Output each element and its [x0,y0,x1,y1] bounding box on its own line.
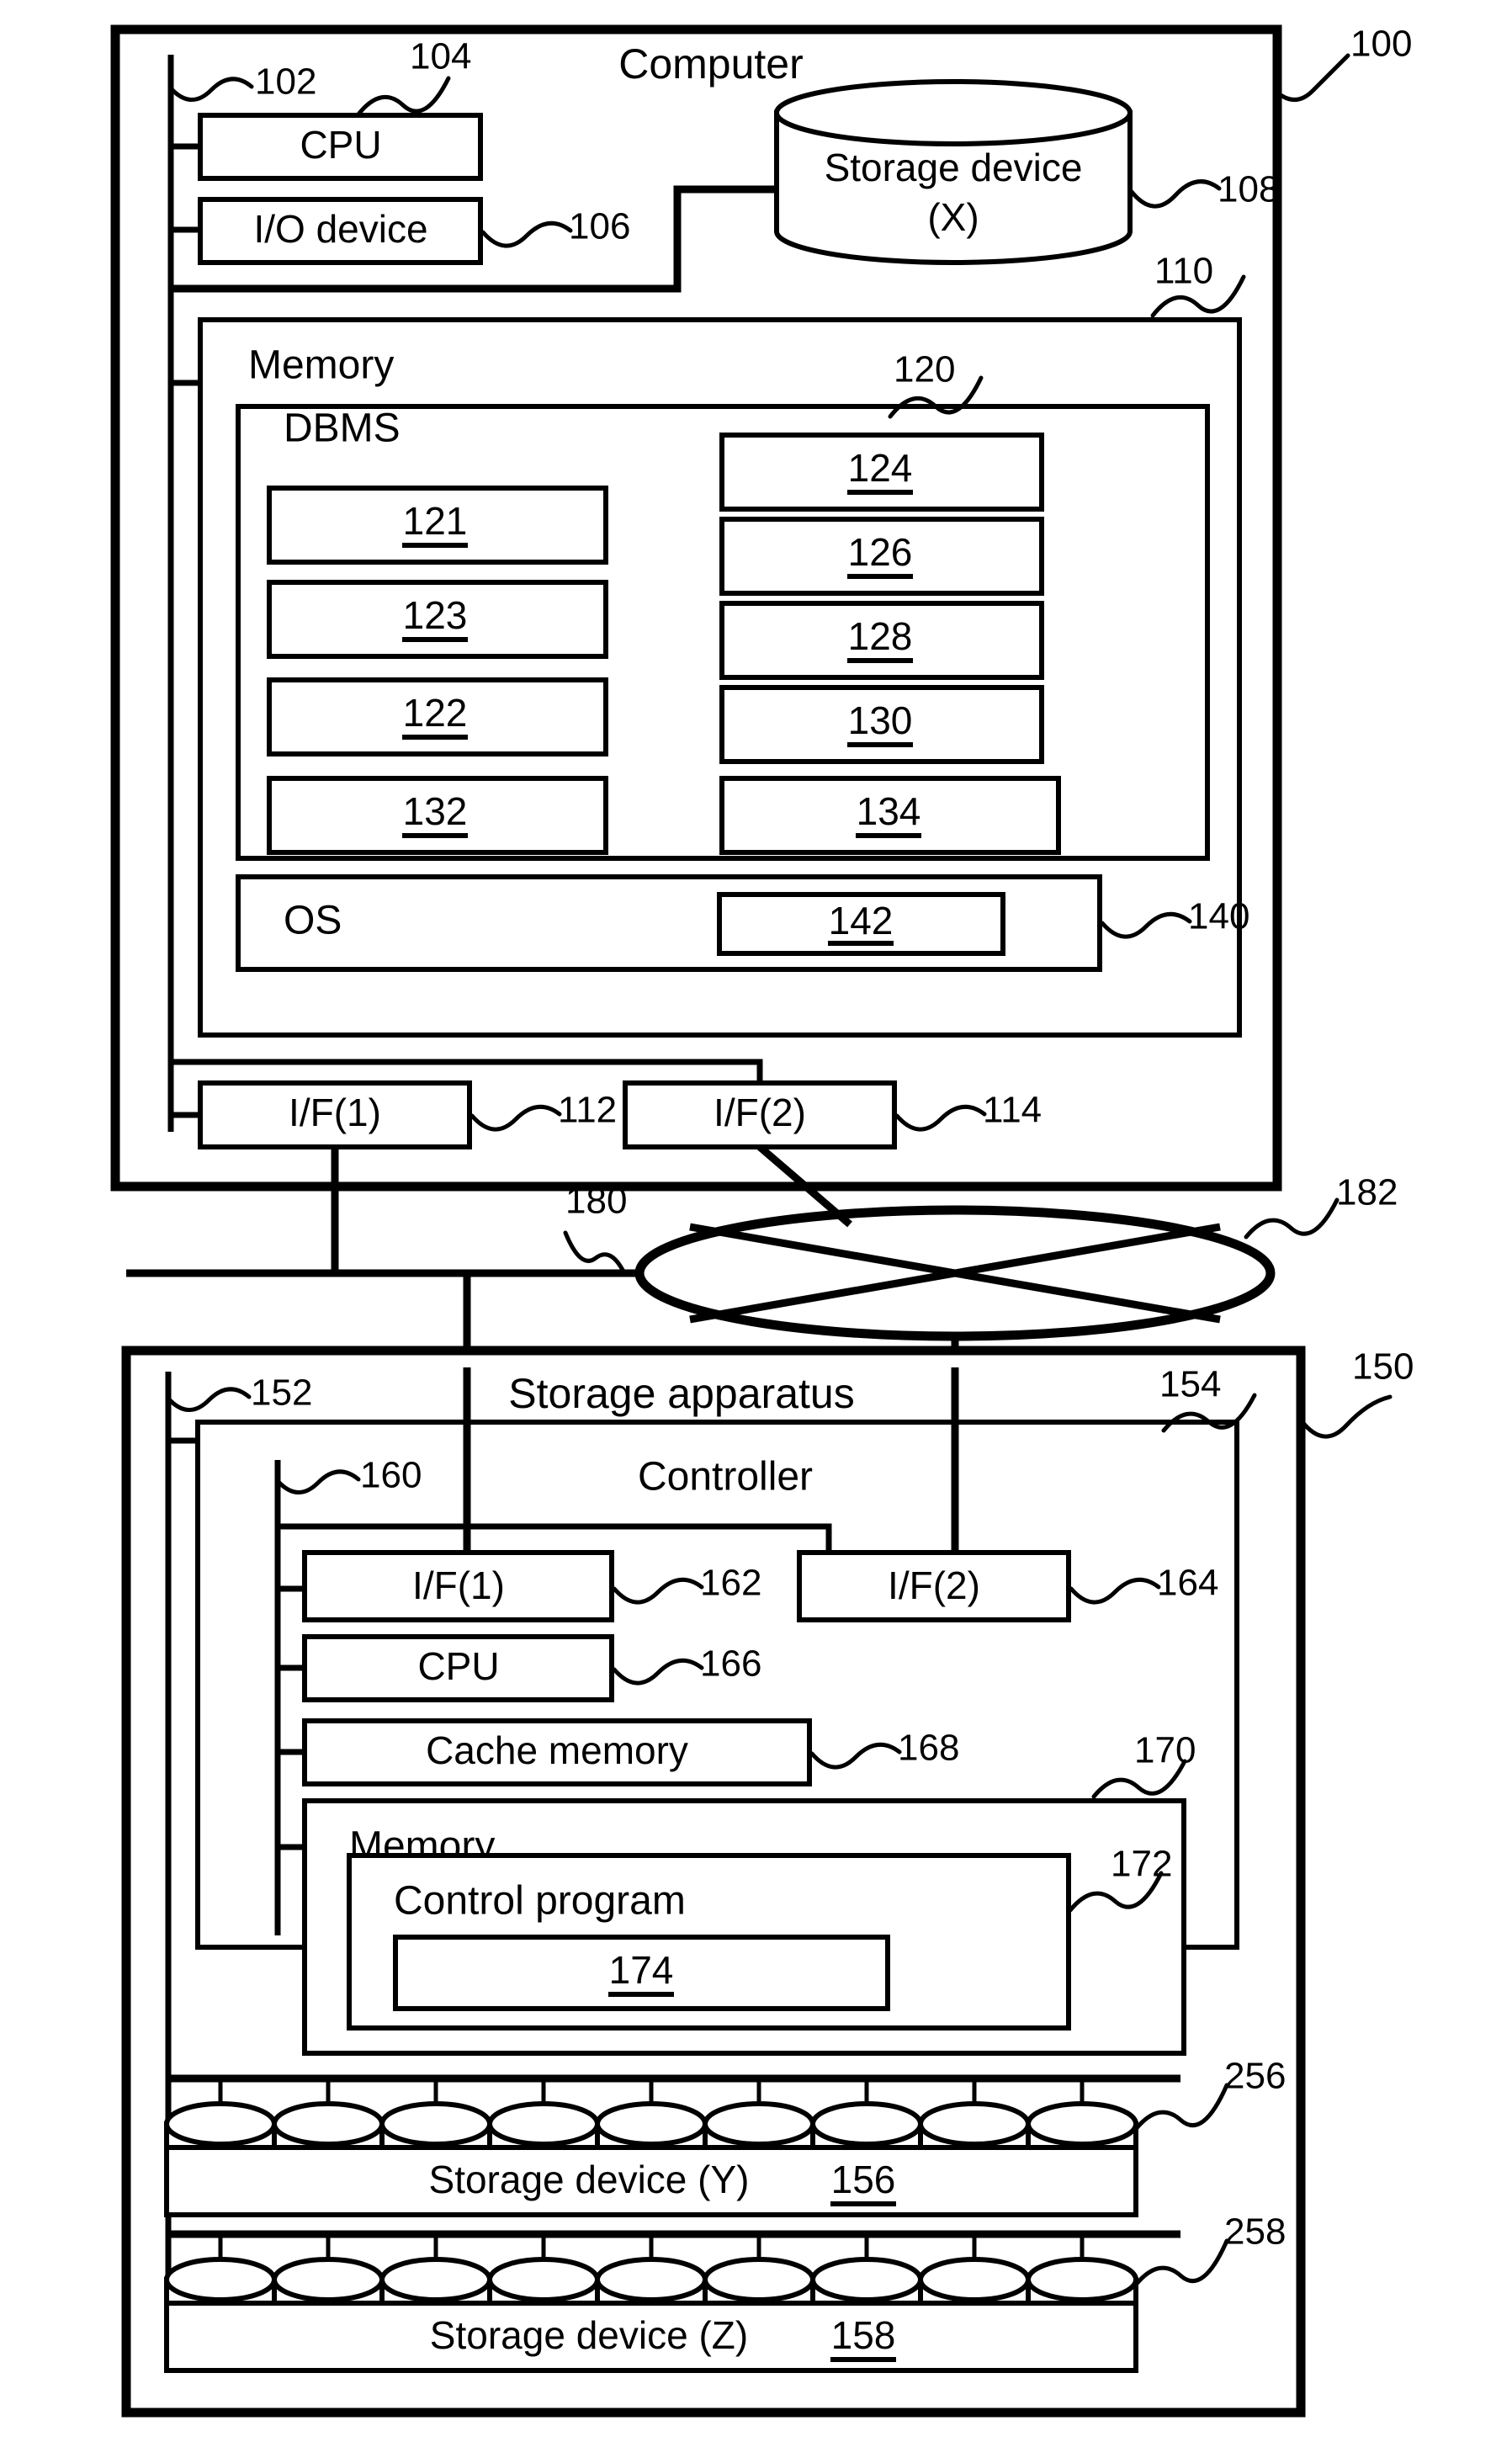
ref-182: 182 [1336,1172,1398,1213]
controller-label: Controller [638,1455,813,1500]
ref-102: 102 [255,61,316,103]
storage-device-x-line2: (X) [927,195,979,239]
controller-if2-label: I/F(2) [888,1563,980,1607]
control-program-inner-box-174-label: 174 [609,1948,674,1992]
os-inner-box-142-label: 142 [829,899,894,942]
ref-100: 100 [1350,24,1412,65]
disk-row-y-inner-ref: 156 [831,2158,896,2201]
ref-154: 154 [1159,1364,1221,1405]
io-device-label: I/O device [253,207,427,251]
disk-row-z-label: Storage device (Z) [430,2313,748,2357]
ref-168: 168 [898,1728,959,1769]
ref-104: 104 [410,36,471,77]
ref-172: 172 [1111,1844,1172,1885]
os-label: OS [284,899,342,943]
storage-apparatus-title: Storage apparatus [508,1370,854,1417]
ref-166: 166 [700,1643,761,1685]
controller-cpu-label: CPU [417,1644,499,1688]
control-program-label: Control program [394,1879,686,1924]
ref-180: 180 [565,1181,627,1222]
ref-114: 114 [983,1090,1042,1131]
dbms-box-132-label: 132 [403,789,468,833]
cpu-label: CPU [300,123,381,167]
dbms-box-130-label: 130 [848,698,913,742]
ref-164: 164 [1157,1563,1218,1604]
computer-title: Computer [618,40,804,88]
disk-row-y-label: Storage device (Y) [429,2158,750,2201]
memory-label: Memory [248,343,394,388]
dbms-box-124-label: 124 [848,446,913,490]
dbms-box-126-label: 126 [848,530,913,574]
storage-device-x-line1: Storage device [825,146,1083,189]
dbms-box-128-label: 128 [848,614,913,658]
disk-row-z-inner-ref: 158 [831,2313,896,2357]
cache-memory-label: Cache memory [426,1728,688,1772]
dbms-box-122-label: 122 [403,691,468,735]
dbms-box-134-label: 134 [857,789,921,833]
ref-162: 162 [700,1563,761,1604]
dbms-label: DBMS [284,406,401,451]
ref-110: 110 [1154,251,1213,292]
ref-258: 258 [1224,2211,1286,2253]
computer-if2-label: I/F(2) [714,1091,806,1134]
controller-if1-label: I/F(1) [412,1563,505,1607]
ref-160: 160 [360,1455,422,1496]
network-ellipse-182 [634,1205,1276,1341]
ref-106: 106 [569,206,630,247]
ref-180-leader [563,1230,627,1276]
ref-152: 152 [251,1372,312,1414]
ref-150-leader [1300,1394,1393,1439]
ref-150: 150 [1352,1346,1414,1388]
ref-140: 140 [1188,896,1249,937]
dbms-box-123-label: 123 [403,593,468,637]
patent-figure: Computer 100 102 CPU 104 I/O device 106 … [0,0,1512,2442]
ref-108: 108 [1218,169,1279,210]
ref-100-leader [1275,53,1350,102]
ref-256: 256 [1224,2056,1286,2097]
dbms-box-121-label: 121 [403,499,468,543]
ref-112: 112 [558,1090,617,1131]
ref-170: 170 [1134,1730,1196,1771]
ref-120: 120 [894,349,955,390]
computer-if1-label: I/F(1) [289,1091,381,1134]
ref-182-leader [1244,1197,1340,1240]
